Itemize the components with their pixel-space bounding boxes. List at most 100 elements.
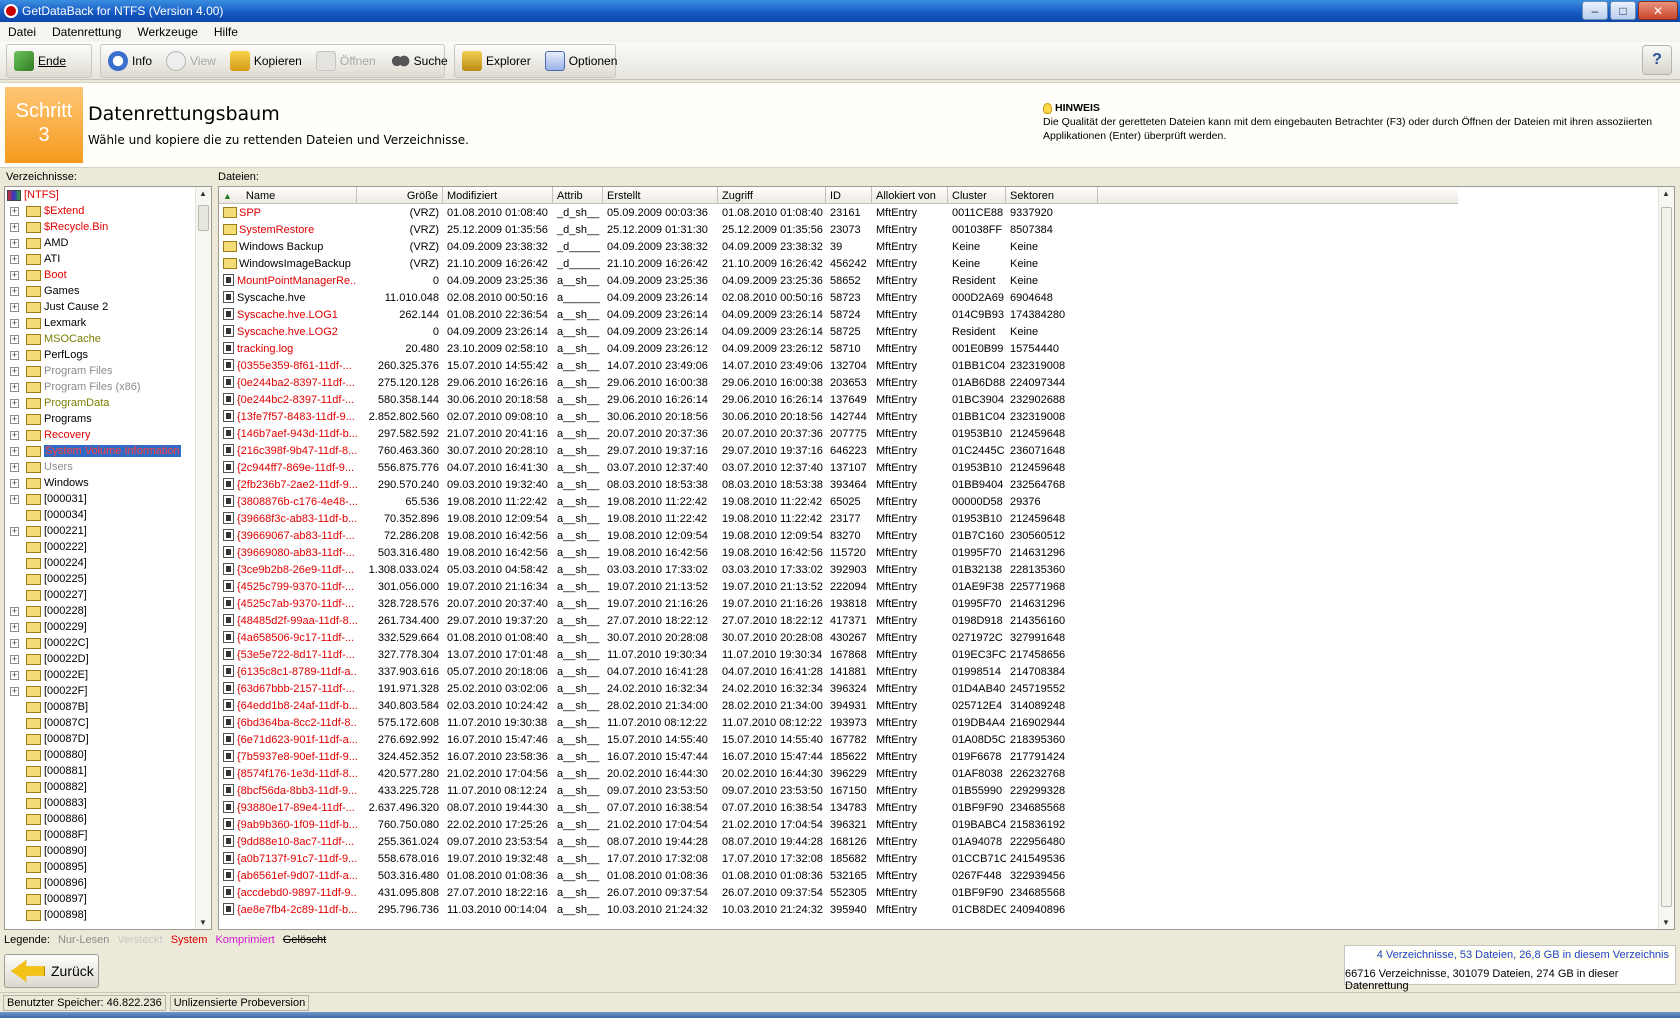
- expand-icon[interactable]: +: [10, 654, 19, 664]
- tree-item[interactable]: + [00022E]: [5, 667, 201, 683]
- table-row[interactable]: {39669080-ab83-11df-... 503.316.480 19.08.…: [219, 545, 1098, 562]
- tree-item[interactable]: [000225]: [5, 571, 201, 587]
- tree-item[interactable]: + $Extend: [5, 203, 201, 219]
- tree-scrollbar[interactable]: ▲ ▼: [195, 187, 211, 929]
- table-row[interactable]: {0e244bc2-8397-11df-... 580.358.144 30.06.…: [219, 392, 1098, 409]
- table-row[interactable]: Syscache.hve 11.010.048 02.08.2010 00:50:1…: [219, 290, 1098, 307]
- search-button[interactable]: Suche: [383, 46, 455, 76]
- table-row[interactable]: {4a658506-9c17-11df-... 332.529.664 01.08.…: [219, 630, 1098, 647]
- tree-item[interactable]: [00087C]: [5, 715, 201, 731]
- tree-scroll-thumb[interactable]: [198, 205, 209, 231]
- table-row[interactable]: {8574f176-1e3d-11df-8... 420.577.280 21.02…: [219, 766, 1098, 783]
- expand-icon[interactable]: +: [10, 302, 19, 312]
- view-button[interactable]: View: [159, 46, 223, 76]
- table-row[interactable]: {2c944ff7-869e-11df-9... 556.875.776 04.07…: [219, 460, 1098, 477]
- file-list-scroll-thumb[interactable]: [1661, 207, 1672, 907]
- expand-icon[interactable]: +: [10, 446, 19, 456]
- table-row[interactable]: {3ce9b2b8-26e9-11df-... 1.308.033.024 05.0…: [219, 562, 1098, 579]
- expand-icon[interactable]: +: [10, 238, 19, 248]
- tree-item[interactable]: + System Volume Information: [5, 443, 201, 459]
- column-header[interactable]: Sektoren: [1006, 187, 1098, 204]
- tree-item[interactable]: [000896]: [5, 875, 201, 891]
- tree-item[interactable]: [000222]: [5, 539, 201, 555]
- tree-item[interactable]: + Programs: [5, 411, 201, 427]
- expand-icon[interactable]: +: [10, 478, 19, 488]
- tree-item[interactable]: [000890]: [5, 843, 201, 859]
- maximize-button[interactable]: □: [1610, 1, 1636, 20]
- tree-item[interactable]: [000227]: [5, 587, 201, 603]
- tree-item[interactable]: + PerfLogs: [5, 347, 201, 363]
- tree-item[interactable]: + [00022D]: [5, 651, 201, 667]
- column-header[interactable]: ID: [826, 187, 872, 204]
- close-button[interactable]: ✕: [1638, 1, 1678, 20]
- help-button[interactable]: ?: [1642, 45, 1672, 75]
- minimize-button[interactable]: –: [1582, 1, 1608, 20]
- table-row[interactable]: WindowsImageBackup (VRZ) 21.10.2009 16:26:…: [219, 256, 1098, 273]
- tree-item[interactable]: + [000228]: [5, 603, 201, 619]
- tree-item[interactable]: + [000229]: [5, 619, 201, 635]
- table-row[interactable]: {216c398f-9b47-11df-8... 760.463.360 30.07…: [219, 443, 1098, 460]
- table-row[interactable]: {4525c799-9370-11df-... 301.056.000 19.07.…: [219, 579, 1098, 596]
- options-button[interactable]: Optionen: [538, 46, 625, 76]
- table-row[interactable]: {39668f3c-ab83-11df-b... 70.352.896 19.08.…: [219, 511, 1098, 528]
- tree-item[interactable]: [00087D]: [5, 731, 201, 747]
- table-row[interactable]: {6135c8c1-8789-11df-a... 337.903.616 05.07…: [219, 664, 1098, 681]
- expand-icon[interactable]: +: [10, 670, 19, 680]
- file-list-scrollbar[interactable]: ▲ ▼: [1658, 187, 1674, 929]
- table-row[interactable]: {0355e359-8f61-11df-... 260.325.376 15.07.…: [219, 358, 1098, 375]
- tree-item[interactable]: [000886]: [5, 811, 201, 827]
- table-row[interactable]: {4525c7ab-9370-11df-... 328.728.576 20.07.…: [219, 596, 1098, 613]
- table-row[interactable]: {146b7aef-943d-11df-b... 297.582.592 21.07…: [219, 426, 1098, 443]
- info-button[interactable]: Info: [101, 46, 159, 76]
- expand-icon[interactable]: +: [10, 222, 19, 232]
- column-header[interactable]: Erstellt: [603, 187, 718, 204]
- explorer-button[interactable]: Explorer: [455, 46, 538, 76]
- expand-icon[interactable]: +: [10, 350, 19, 360]
- expand-icon[interactable]: +: [10, 254, 19, 264]
- column-header[interactable]: Zugriff: [718, 187, 826, 204]
- column-header[interactable]: Attrib: [553, 187, 603, 204]
- table-row[interactable]: MountPointManagerRe... 0 04.09.2009 23:25:…: [219, 273, 1098, 290]
- scroll-down-arrow-icon[interactable]: ▼: [199, 918, 207, 927]
- menu-datei[interactable]: Datei: [0, 25, 44, 39]
- tree-item[interactable]: + $Recycle.Bin: [5, 219, 201, 235]
- tree-item[interactable]: + Just Cause 2: [5, 299, 201, 315]
- menu-werkzeuge[interactable]: Werkzeuge: [129, 25, 205, 39]
- table-row[interactable]: {9ab9b360-1f09-11df-b... 760.750.080 22.02…: [219, 817, 1098, 834]
- tree-item[interactable]: [000880]: [5, 747, 201, 763]
- expand-icon[interactable]: +: [10, 334, 19, 344]
- table-row[interactable]: Syscache.hve.LOG2 0 04.09.2009 23:26:14 a__…: [219, 324, 1098, 341]
- table-row[interactable]: {48485d2f-99aa-11df-8... 261.734.400 29.07…: [219, 613, 1098, 630]
- expand-icon[interactable]: +: [10, 686, 19, 696]
- table-row[interactable]: {3808876b-c176-4e48-... 65.536 19.08.2010 …: [219, 494, 1098, 511]
- tree-item[interactable]: [000883]: [5, 795, 201, 811]
- tree-item[interactable]: + Program Files: [5, 363, 201, 379]
- table-row[interactable]: Syscache.hve.LOG1 262.144 01.08.2010 22:36…: [219, 307, 1098, 324]
- table-row[interactable]: {2fb236b7-2ae2-11df-9... 290.570.240 09.03…: [219, 477, 1098, 494]
- expand-icon[interactable]: +: [10, 638, 19, 648]
- table-row[interactable]: {8bcf56da-8bb3-11df-9... 433.225.728 11.07…: [219, 783, 1098, 800]
- tree-item[interactable]: [000034]: [5, 507, 201, 523]
- column-header[interactable]: Modifiziert: [443, 187, 553, 204]
- column-header[interactable]: ▲ Name: [219, 187, 357, 204]
- tree-item[interactable]: + Users: [5, 459, 201, 475]
- expand-icon[interactable]: +: [10, 414, 19, 424]
- file-list[interactable]: ▲ Name Größe Modifiziert Attrib Erstellt Zugri…: [218, 186, 1675, 930]
- expand-icon[interactable]: +: [10, 286, 19, 296]
- table-row[interactable]: {6e71d623-901f-11df-a... 276.692.992 16.07…: [219, 732, 1098, 749]
- column-header[interactable]: Cluster: [948, 187, 1006, 204]
- scroll-up-arrow-icon[interactable]: ▲: [1662, 189, 1670, 198]
- tree-item[interactable]: + [000221]: [5, 523, 201, 539]
- tree-item[interactable]: + Recovery: [5, 427, 201, 443]
- expand-icon[interactable]: +: [10, 382, 19, 392]
- tree-item[interactable]: + [000031]: [5, 491, 201, 507]
- column-header[interactable]: Allokiert von: [872, 187, 948, 204]
- table-row[interactable]: SPP (VRZ) 01.08.2010 01:08:40 _d_sh__ 05.09.…: [219, 205, 1098, 222]
- menu-hilfe[interactable]: Hilfe: [206, 25, 246, 39]
- expand-icon[interactable]: +: [10, 526, 19, 536]
- tree-item[interactable]: [NTFS]: [5, 187, 201, 203]
- expand-icon[interactable]: +: [10, 606, 19, 616]
- tree-item[interactable]: [000882]: [5, 779, 201, 795]
- menu-datenrettung[interactable]: Datenrettung: [44, 25, 129, 39]
- expand-icon[interactable]: +: [10, 206, 19, 216]
